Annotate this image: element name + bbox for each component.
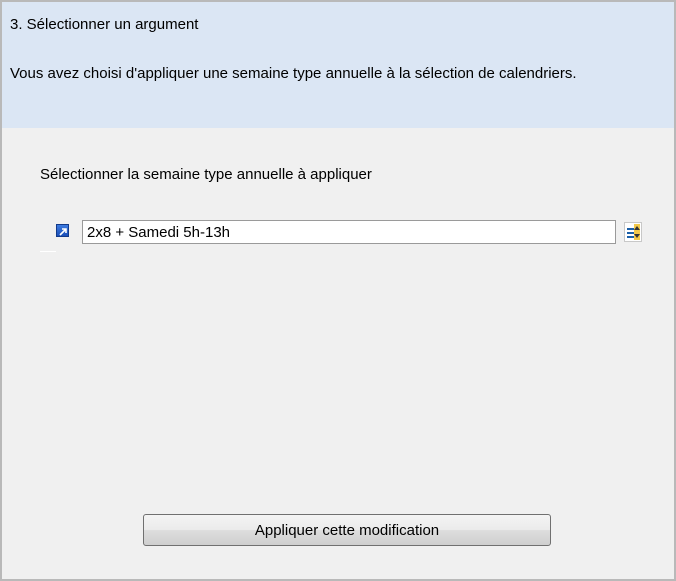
step-description: Vous avez choisi d'appliquer une semaine…: [10, 65, 577, 82]
divider-mark: [40, 251, 56, 252]
spinner-arrows-icon: [634, 224, 640, 240]
step-title: 3. Sélectionner un argument: [10, 16, 199, 33]
list-picker-icon: [627, 228, 634, 240]
shortcut-arrow-icon[interactable]: [56, 224, 69, 237]
prompt-label: Sélectionner la semaine type annuelle à …: [40, 166, 372, 183]
week-type-input[interactable]: [82, 220, 616, 244]
wizard-panel: 3. Sélectionner un argument Vous avez ch…: [0, 0, 676, 581]
step-header: 3. Sélectionner un argument Vous avez ch…: [2, 2, 674, 128]
apply-button[interactable]: Appliquer cette modification: [143, 514, 551, 546]
list-picker-button[interactable]: [624, 222, 642, 242]
